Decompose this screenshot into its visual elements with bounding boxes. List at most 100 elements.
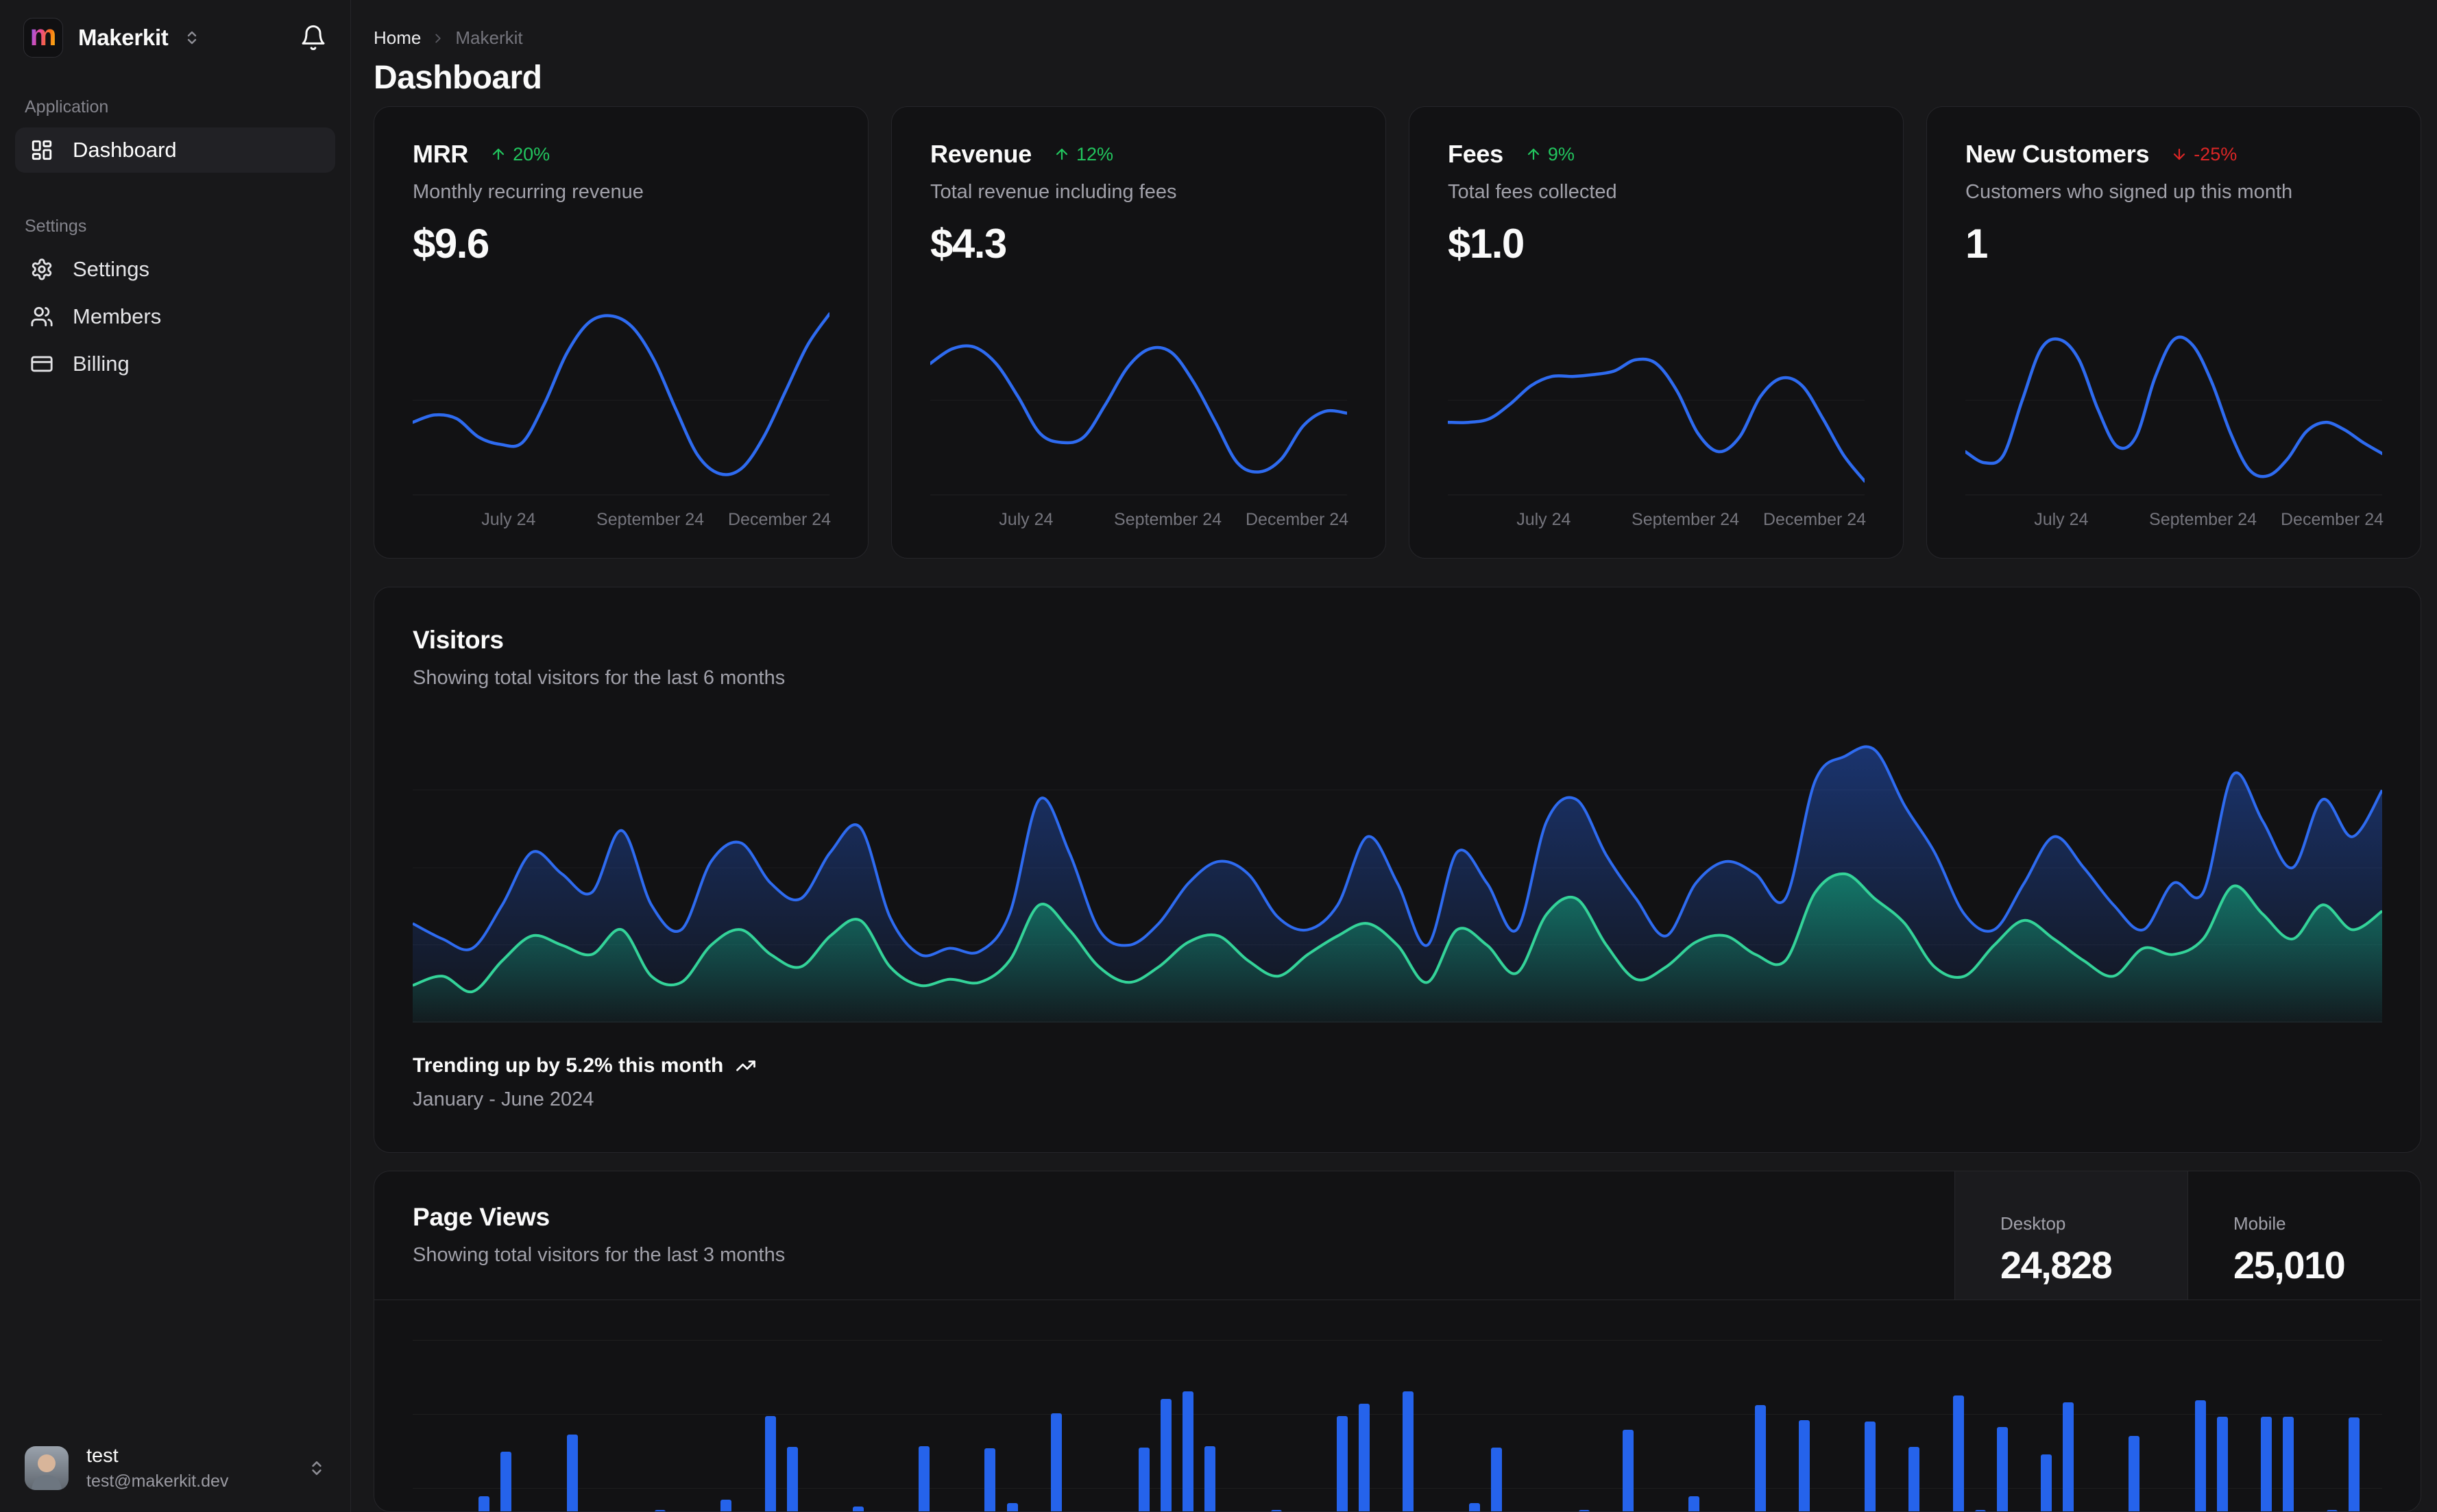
visitors-card: Visitors Showing total visitors for the … <box>374 587 2421 1153</box>
sparkline-chart: July 24 September 24 December 24 <box>930 302 1348 531</box>
chevron-right-icon <box>431 31 446 46</box>
bar <box>2040 1454 2052 1511</box>
x-tick: September 24 <box>596 510 705 529</box>
trend-value: 20% <box>513 143 550 164</box>
user-email: test@makerkit.dev <box>86 1472 229 1491</box>
x-axis-labels: July 24 September 24 December 24 <box>413 499 832 531</box>
page-views-card: Page Views Showing total visitors for th… <box>374 1171 2421 1512</box>
bar <box>1204 1446 1216 1511</box>
sidebar-item-settings[interactable]: Settings <box>15 247 335 292</box>
bar <box>1336 1416 1348 1511</box>
stat-subtitle: Total revenue including fees <box>930 181 1177 203</box>
breadcrumb-current: Makerkit <box>455 27 523 48</box>
user-name: test <box>86 1445 119 1467</box>
bar <box>764 1416 776 1511</box>
x-tick: July 24 <box>999 510 1054 529</box>
bell-icon <box>300 24 327 51</box>
sidebar-item-billing[interactable]: Billing <box>15 341 335 387</box>
x-axis-labels: July 24 September 24 December 24 <box>1965 499 2384 531</box>
bar <box>720 1500 732 1511</box>
x-axis-labels: July 24 September 24 December 24 <box>930 499 1348 531</box>
bar <box>1996 1427 2008 1511</box>
visitors-date-range: January - June 2024 <box>413 1088 594 1110</box>
breadcrumb-home[interactable]: Home <box>374 27 421 49</box>
arrow-down-icon <box>2171 146 2187 162</box>
toggle-value: 24,828 <box>2000 1243 2113 1287</box>
stat-card-new-customers: New Customers -25% Customers who signed … <box>1926 106 2421 559</box>
bar <box>2063 1402 2074 1511</box>
chevrons-up-down-icon <box>308 1459 326 1477</box>
stat-subtitle: Total fees collected <box>1448 181 1617 203</box>
stat-value: 1 <box>1965 221 1988 267</box>
bar <box>852 1507 864 1511</box>
bar <box>1050 1413 1062 1511</box>
main-content: Home Makerkit Dashboard MRR 20% Monthly … <box>351 0 2437 1512</box>
page-views-title: Page Views <box>413 1203 550 1231</box>
bar <box>984 1448 996 1511</box>
bar <box>1490 1448 1502 1511</box>
nav-section-settings: Settings <box>25 217 87 236</box>
sidebar-item-dashboard[interactable]: Dashboard <box>15 127 335 173</box>
avatar <box>25 1446 69 1490</box>
mobile-toggle-button[interactable]: Mobile 25,010 <box>2187 1171 2421 1300</box>
stat-subtitle: Monthly recurring revenue <box>413 181 644 203</box>
stat-card-revenue: Revenue 12% Total revenue including fees… <box>891 106 1386 559</box>
arrow-up-icon <box>1054 146 1070 162</box>
x-tick: July 24 <box>1516 510 1571 529</box>
notifications-button[interactable] <box>300 24 327 51</box>
trend-badge: 12% <box>1054 144 1113 165</box>
workspace-selector[interactable]: m Makerkit <box>0 0 350 71</box>
stat-title: Revenue <box>930 140 1032 168</box>
visitors-title: Visitors <box>413 626 504 654</box>
bar <box>2349 1417 2360 1511</box>
stat-card-mrr: MRR 20% Monthly recurring revenue $9.6 J… <box>374 106 869 559</box>
desktop-toggle-button[interactable]: Desktop 24,828 <box>1954 1171 2187 1300</box>
toggle-label: Mobile <box>2233 1212 2286 1234</box>
sidebar-item-label: Dashboard <box>73 138 177 162</box>
trend-value: 12% <box>1076 143 1114 164</box>
sparkline-chart: July 24 September 24 December 24 <box>1448 302 1866 531</box>
trend-value: -25% <box>2194 143 2238 164</box>
bar <box>478 1496 490 1511</box>
stat-cards-row: MRR 20% Monthly recurring revenue $9.6 J… <box>374 106 2421 559</box>
toggle-label: Desktop <box>2000 1212 2066 1234</box>
x-tick: December 24 <box>2280 510 2384 529</box>
visitors-footer: Trending up by 5.2% this month January -… <box>413 1054 2382 1111</box>
toggle-value: 25,010 <box>2233 1243 2346 1287</box>
workspace-name: Makerkit <box>78 25 169 50</box>
bar <box>1006 1503 1018 1511</box>
trend-badge: 9% <box>1525 144 1575 165</box>
bar <box>1468 1503 1480 1511</box>
bar <box>1623 1430 1634 1511</box>
x-axis-labels: July 24 September 24 December 24 <box>1448 499 1866 531</box>
sidebar-item-members[interactable]: Members <box>15 294 335 339</box>
x-tick: December 24 <box>727 510 832 529</box>
sidebar: m Makerkit Application Dashboard Setting… <box>0 0 351 1512</box>
bar <box>1908 1447 1920 1511</box>
x-tick: September 24 <box>1632 510 1740 529</box>
visitors-subtitle: Showing total visitors for the last 6 mo… <box>413 667 786 689</box>
stat-subtitle: Customers who signed up this month <box>1965 181 2293 203</box>
x-tick: July 24 <box>2034 510 2089 529</box>
bar <box>1161 1399 1172 1511</box>
x-tick: September 24 <box>1114 510 1222 529</box>
user-menu[interactable]: test test@makerkit.dev <box>0 1424 350 1512</box>
trend-badge: 20% <box>490 144 550 165</box>
bar <box>919 1446 930 1511</box>
chevrons-up-down-icon <box>184 29 200 46</box>
visitors-trend-text: Trending up by 5.2% this month <box>413 1054 724 1077</box>
users-icon <box>30 305 53 328</box>
sparkline-chart: July 24 September 24 December 24 <box>413 302 832 531</box>
bar <box>1952 1395 1964 1511</box>
page-views-toggles: Desktop 24,828 Mobile 25,010 <box>1954 1171 2421 1300</box>
bar <box>2282 1417 2294 1511</box>
bar <box>1865 1422 1876 1511</box>
sidebar-nav: Application Dashboard Settings Settings … <box>0 71 350 389</box>
bar <box>1359 1404 1370 1511</box>
credit-card-icon <box>30 352 53 376</box>
stat-value: $4.3 <box>930 221 1007 267</box>
stat-title: Fees <box>1448 140 1503 168</box>
gear-icon <box>30 258 53 281</box>
bar <box>2129 1436 2140 1511</box>
layout-dashboard-icon <box>30 138 53 162</box>
